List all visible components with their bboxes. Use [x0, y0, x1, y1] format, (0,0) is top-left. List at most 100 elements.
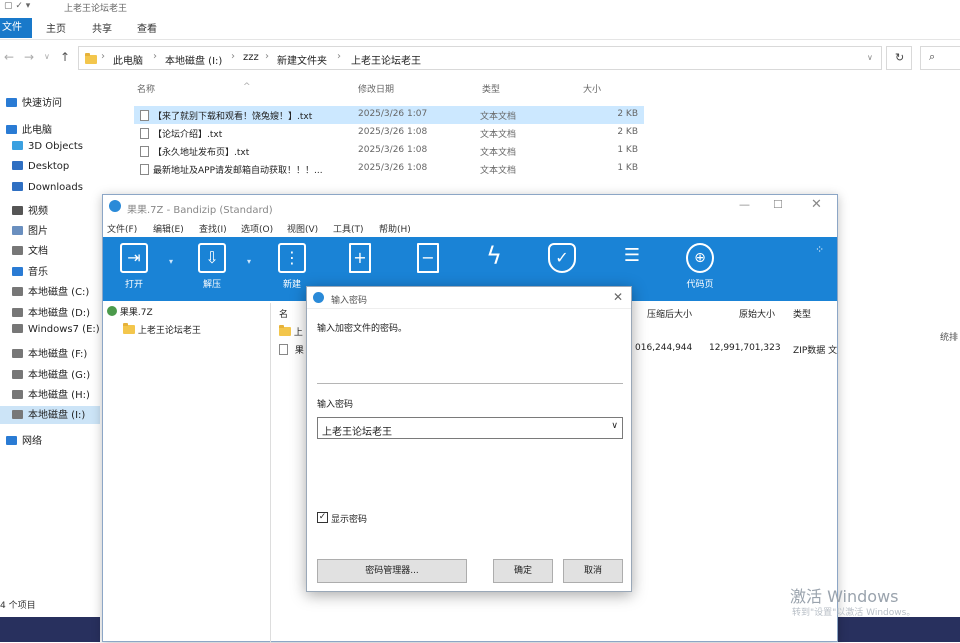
dialog-title: 输入密码 — [331, 296, 368, 306]
bandizip-logo-icon — [313, 292, 324, 303]
quick-access-toolbar-icon[interactable]: ▢ ✓ ▾ — [4, 1, 30, 11]
sidebar-item-label: 网络 — [22, 436, 42, 447]
sidebar-item[interactable]: 本地磁盘 (G:) — [12, 366, 90, 384]
open-button[interactable]: ⇥ 打开 — [109, 243, 159, 290]
tree-root[interactable]: 果果.7Z — [107, 305, 153, 318]
image-icon — [12, 226, 23, 235]
sidebar-item-label: 本地磁盘 (G:) — [28, 370, 91, 381]
sidebar-item-label: 音乐 — [28, 267, 48, 278]
window-title: 上老王论坛老王 — [64, 4, 128, 14]
tab-home[interactable]: 主页 — [46, 20, 66, 35]
file-date: 2025/3/26 1:08 — [358, 145, 428, 155]
view-button[interactable]: ☰ — [607, 243, 657, 277]
file-name: 最新地址及APP请发邮箱自动获取！！！... — [153, 166, 323, 176]
menu-help[interactable]: 帮助(H) — [379, 222, 411, 235]
delete-file-button[interactable]: − — [403, 243, 453, 277]
list-column-type[interactable]: 类型 — [793, 307, 811, 320]
add-file-button[interactable]: + — [335, 243, 385, 277]
close-icon[interactable]: ✕ — [811, 197, 822, 212]
ribbon-tabs: 文件 主页 共享 查看 — [0, 14, 960, 40]
menu-view[interactable]: 视图(V) — [287, 222, 318, 235]
sidebar-item[interactable]: 网络 — [6, 432, 42, 450]
new-archive-button[interactable]: ⋮ 新建 — [267, 243, 317, 290]
tab-view[interactable]: 查看 — [137, 20, 157, 35]
sidebar-item[interactable]: 本地磁盘 (I:) — [0, 406, 100, 424]
file-row[interactable]: 【来了就别下载和观看！饶兔嫂！】.txt 2025/3/26 1:07 文本文档… — [134, 106, 644, 124]
show-password-checkbox[interactable]: ✓ — [317, 512, 328, 523]
breadcrumb-new-folder[interactable]: 新建文件夹 — [277, 52, 327, 67]
list-column-packed[interactable]: 压缩后大小 — [647, 307, 692, 320]
file-row[interactable]: 【论坛介绍】.txt 2025/3/26 1:08 文本文档 2 KB — [134, 124, 644, 142]
password-manager-button[interactable]: 密码管理器... — [317, 559, 467, 583]
globe-icon: ⊕ — [686, 243, 714, 273]
sidebar-item[interactable]: 音乐 — [12, 263, 48, 281]
cube-icon — [12, 141, 23, 150]
file-size: 1 KB — [617, 163, 638, 173]
cancel-button[interactable]: 取消 — [563, 559, 623, 583]
tab-file[interactable]: 文件 — [0, 18, 32, 38]
sidebar-item[interactable]: 本地磁盘 (F:) — [12, 345, 87, 363]
column-size[interactable]: 大小 — [583, 82, 601, 95]
minimize-icon[interactable]: — — [739, 198, 750, 211]
tree-folder[interactable]: 上老王论坛老王 — [123, 323, 201, 336]
sidebar-item[interactable]: 本地磁盘 (C:) — [12, 283, 89, 301]
file-row[interactable]: 【永久地址发布页】.txt 2025/3/26 1:08 文本文档 1 KB — [134, 142, 644, 160]
menu-file[interactable]: 文件(F) — [107, 222, 137, 235]
sidebar-item[interactable]: Windows7 (E:) — [12, 324, 100, 342]
sidebar-item[interactable]: 视频 — [12, 202, 48, 220]
show-password-label[interactable]: 显示密码 — [331, 512, 367, 525]
list-view-icon: ☰ — [623, 245, 641, 266]
password-input[interactable]: 上老王论坛老王 ∨ — [317, 417, 623, 439]
open-dropdown-icon[interactable]: ▾ — [169, 257, 173, 266]
forward-arrow-icon[interactable]: → — [24, 50, 34, 64]
sidebar-item[interactable]: Downloads — [12, 182, 83, 200]
menu-options[interactable]: 选项(O) — [241, 222, 273, 235]
address-bar[interactable]: › 此电脑 › 本地磁盘 (I:) › zzz › 新建文件夹 › 上老王论坛老… — [78, 46, 882, 70]
codepage-button[interactable]: ⊕ 代码页 — [675, 243, 725, 290]
new-archive-label: 新建 — [282, 280, 301, 290]
ok-button[interactable]: 确定 — [493, 559, 553, 583]
taskbar-strip — [0, 617, 100, 642]
file-size: 1 KB — [617, 145, 638, 155]
menu-find[interactable]: 查找(I) — [199, 222, 227, 235]
sidebar-item[interactable]: 图片 — [12, 222, 48, 240]
sidebar-item[interactable]: 3D Objects — [12, 141, 83, 159]
extract-dropdown-icon[interactable]: ▾ — [247, 257, 251, 266]
back-arrow-icon[interactable]: ← — [4, 50, 14, 64]
test-button[interactable]: ϟ — [469, 243, 519, 277]
refresh-button[interactable]: ↻ — [886, 46, 912, 70]
up-arrow-icon[interactable]: ↑ — [60, 50, 70, 64]
sidebar-item[interactable]: 此电脑 — [6, 121, 52, 139]
column-date[interactable]: 修改日期 — [358, 82, 394, 95]
breadcrumb-drive-i[interactable]: 本地磁盘 (I:) — [165, 52, 222, 67]
scan-button[interactable]: ✓ — [537, 243, 587, 277]
new-archive-icon: ⋮ — [278, 243, 306, 273]
search-box[interactable]: ⌕ — [920, 46, 960, 70]
tab-share[interactable]: 共享 — [92, 20, 112, 35]
recent-chevron-icon[interactable]: ∨ — [44, 52, 50, 61]
sidebar-item[interactable]: 本地磁盘 (D:) — [12, 304, 90, 322]
grid-menu-icon[interactable]: ⁘ — [815, 243, 824, 256]
breadcrumb-current[interactable]: 上老王论坛老王 — [351, 52, 421, 67]
dialog-close-icon[interactable]: ✕ — [613, 290, 623, 304]
column-type[interactable]: 类型 — [482, 82, 500, 95]
shield-icon: ✓ — [548, 243, 576, 273]
sidebar-item[interactable]: 文档 — [12, 242, 48, 260]
extract-button[interactable]: ⇩ 解压 — [187, 243, 237, 290]
sidebar-item[interactable]: 本地磁盘 (H:) — [12, 386, 90, 404]
sidebar-item[interactable]: Desktop — [12, 161, 69, 179]
maximize-icon[interactable]: ☐ — [773, 198, 783, 211]
sidebar-item[interactable]: 快速访问 — [6, 94, 62, 112]
list-column-original[interactable]: 原始大小 — [739, 307, 775, 320]
address-dropdown-icon[interactable]: ∨ — [867, 53, 873, 62]
breadcrumb-this-pc[interactable]: 此电脑 — [113, 52, 143, 67]
file-row[interactable]: 最新地址及APP请发邮箱自动获取！！！... 2025/3/26 1:08 文本… — [134, 160, 644, 178]
menu-edit[interactable]: 编辑(E) — [153, 222, 184, 235]
explorer-titlebar: ▢ ✓ ▾ 上老王论坛老王 — [0, 0, 960, 14]
breadcrumb-zzz[interactable]: zzz — [243, 52, 259, 63]
list-column-name[interactable]: 名 — [279, 307, 288, 320]
list-row[interactable]: 上 — [279, 325, 303, 338]
menu-tools[interactable]: 工具(T) — [333, 222, 364, 235]
column-name[interactable]: 名称 — [137, 82, 155, 95]
chevron-down-icon[interactable]: ∨ — [611, 421, 618, 431]
